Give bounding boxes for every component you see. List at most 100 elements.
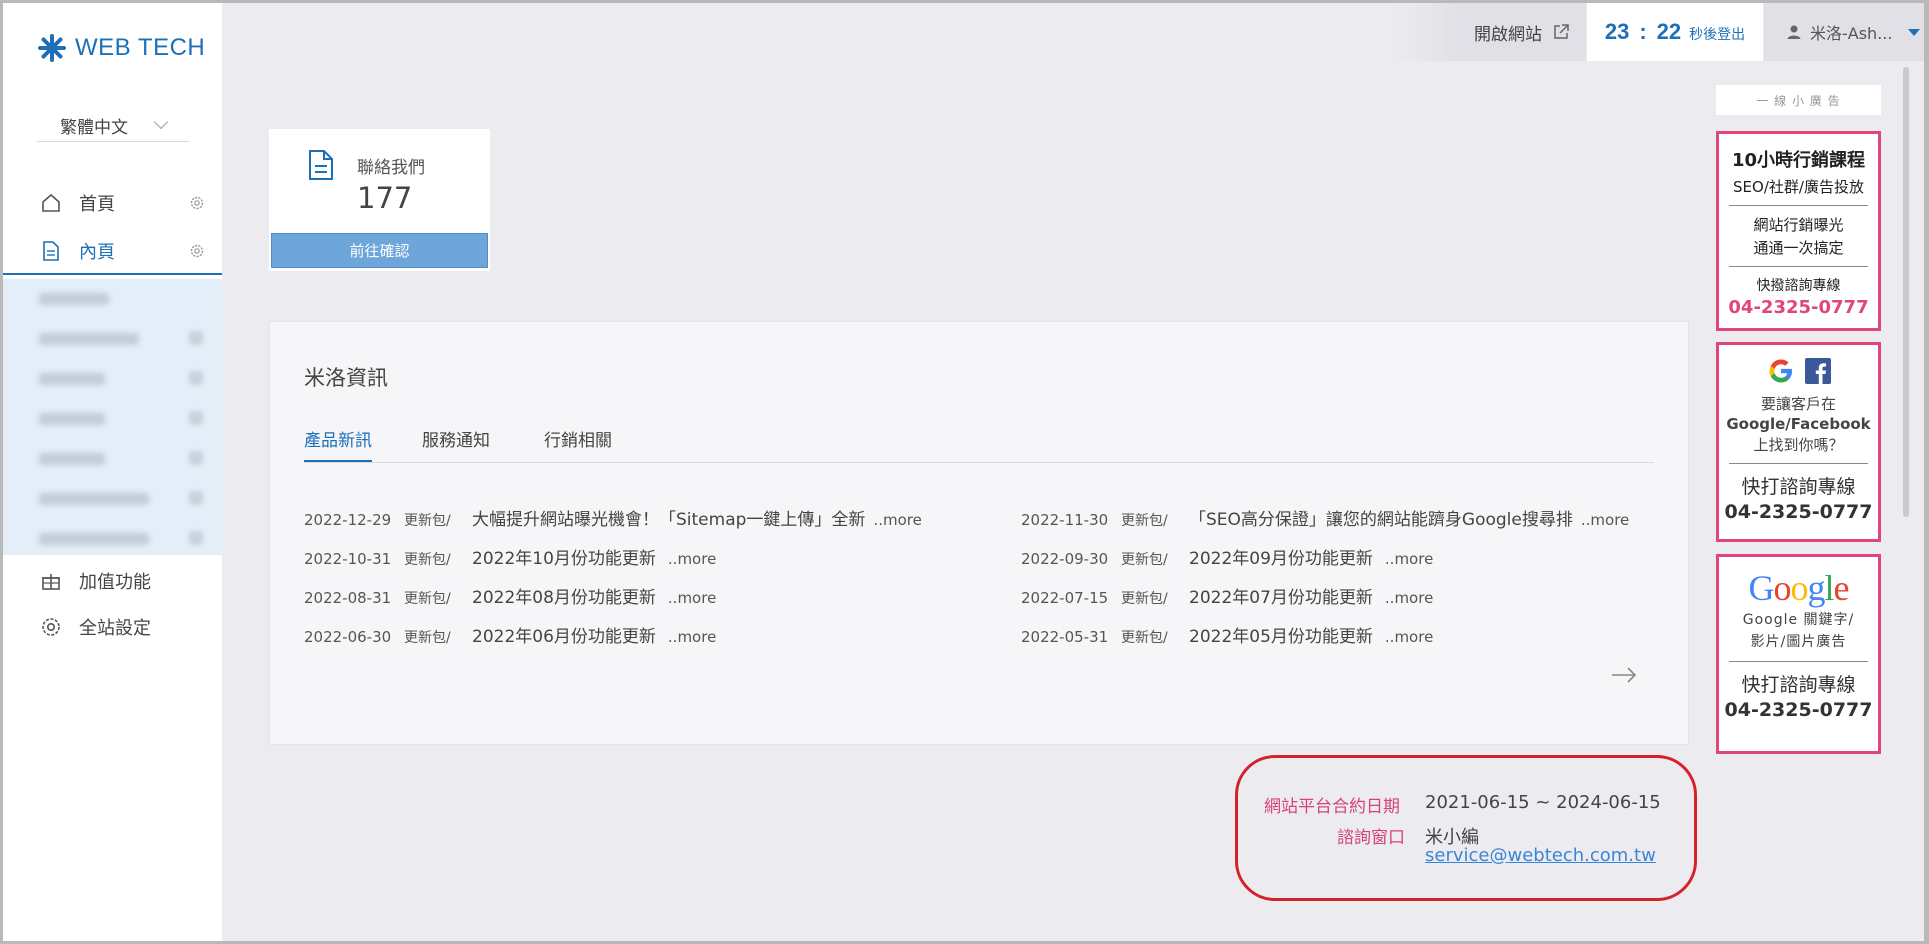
more-link[interactable]: ..more (873, 511, 921, 529)
language-select[interactable]: 繁體中文 (37, 109, 189, 142)
sidebar-item-label: 首頁 (79, 194, 115, 215)
submenu-item-blurred[interactable] (39, 493, 149, 505)
sidebar-item-label: 內頁 (79, 242, 115, 263)
open-site-button[interactable]: 開啟網站 (1393, 3, 1586, 61)
news-category: 更新包/ (1121, 513, 1168, 529)
sidebar-item-addons[interactable]: 加值功能 (3, 559, 222, 603)
ad-line: 上找到你嗎？ (1753, 436, 1844, 454)
more-link[interactable]: ..more (1385, 589, 1433, 607)
news-title[interactable]: 「SEO高分保證」讓您的網站能躋身Google搜尋排 (1189, 505, 1573, 530)
ad-phone: 04-2325-0777 (1724, 501, 1873, 523)
ad-divider (1729, 661, 1868, 662)
ad-line: 通通一次搞定 (1753, 239, 1844, 257)
news-date: 2022-12-29 (304, 511, 392, 529)
contact-email-link[interactable]: service@webtech.com.tw (1425, 845, 1656, 866)
home-icon (42, 193, 60, 212)
news-title[interactable]: 2022年09月份功能更新 (1189, 544, 1373, 569)
news-item[interactable]: 2022-10-31 更新包/ 2022年10月份功能更新 ..more (304, 544, 716, 569)
gear-icon[interactable] (189, 243, 205, 259)
user-name: 米洛-Ash... (1810, 24, 1893, 43)
news-title[interactable]: 2022年08月份功能更新 (472, 583, 656, 608)
ad-phone: 04-2325-0777 (1728, 297, 1869, 318)
go-confirm-button[interactable]: 前往確認 (271, 233, 488, 268)
ad-divider (1729, 463, 1868, 464)
scrollbar[interactable] (1903, 67, 1909, 517)
news-item[interactable]: 2022-08-31 更新包/ 2022年08月份功能更新 ..more (304, 583, 716, 608)
app-window: WEB TECH 繁體中文 首頁 內頁 加值功能 全站設定 開啟網站 23: … (3, 3, 1924, 941)
gear-icon (189, 331, 203, 345)
submenu-item-blurred[interactable] (39, 293, 109, 305)
gear-icon (189, 371, 203, 385)
gear-icon (189, 531, 203, 545)
news-category: 更新包/ (404, 552, 451, 568)
timer-minutes: 23 (1604, 19, 1630, 44)
contact-us-card: 聯絡我們 177 前往確認 (269, 129, 490, 271)
chevron-down-icon (153, 114, 169, 130)
card-count: 177 (357, 181, 413, 215)
sidebar: WEB TECH 繁體中文 首頁 內頁 加值功能 全站設定 (3, 3, 222, 941)
news-tabs: 產品新訊 服務通知 行銷相關 (304, 426, 1654, 463)
ad-marketing-course[interactable]: 10小時行銷課程 SEO/社群/廣告投放 網站行銷曝光 通通一次搞定 快撥諮詢專… (1716, 131, 1881, 331)
news-category: 更新包/ (404, 591, 451, 607)
news-title[interactable]: 大幅提升網站曝光機會！「Sitemap一鍵上傳」全新 (472, 505, 865, 530)
news-title[interactable]: 2022年06月份功能更新 (472, 622, 656, 647)
submenu-item-blurred[interactable] (39, 453, 105, 465)
ad-line: Google 關鍵字/ (1742, 612, 1855, 628)
more-link[interactable]: ..more (1385, 628, 1433, 646)
submenu-item-blurred[interactable] (39, 413, 105, 425)
user-menu[interactable]: 米洛-Ash... (1764, 3, 1924, 61)
more-link[interactable]: ..more (668, 628, 716, 646)
timer-separator: : (1639, 19, 1647, 44)
gear-icon (189, 411, 203, 425)
news-item[interactable]: 2022-11-30 更新包/ 「SEO高分保證」讓您的網站能躋身Google搜… (1021, 505, 1629, 530)
news-panel: 米洛資訊 產品新訊 服務通知 行銷相關 2022-12-29 更新包/ 大幅提升… (269, 321, 1689, 745)
timer-suffix: 秒後登出 (1689, 27, 1746, 43)
news-item[interactable]: 2022-05-31 更新包/ 2022年05月份功能更新 ..more (1021, 622, 1433, 647)
ad-line: 網站行銷曝光 (1753, 216, 1844, 234)
more-link[interactable]: ..more (1581, 511, 1629, 529)
tab-product-news[interactable]: 產品新訊 (304, 426, 372, 462)
tab-service-notice[interactable]: 服務通知 (422, 426, 490, 460)
more-link[interactable]: ..more (668, 550, 716, 568)
asterisk-logo-icon (38, 34, 66, 62)
sidebar-item-inner-pages[interactable]: 內頁 (3, 229, 222, 275)
news-item[interactable]: 2022-09-30 更新包/ 2022年09月份功能更新 ..more (1021, 544, 1433, 569)
gift-icon (42, 574, 60, 590)
news-category: 更新包/ (404, 630, 451, 646)
news-title[interactable]: 2022年07月份功能更新 (1189, 583, 1373, 608)
ad-line: Google/Facebook (1726, 415, 1871, 433)
ad-divider (1729, 266, 1868, 267)
news-heading: 米洛資訊 (304, 366, 388, 390)
sidebar-item-site-settings[interactable]: 全站設定 (3, 605, 222, 649)
gear-icon (189, 451, 203, 465)
news-item[interactable]: 2022-06-30 更新包/ 2022年06月份功能更新 ..more (304, 622, 716, 647)
news-date: 2022-08-31 (304, 589, 392, 607)
news-category: 更新包/ (404, 513, 451, 529)
sidebar-item-label: 加值功能 (79, 572, 151, 593)
tab-marketing[interactable]: 行銷相關 (544, 426, 612, 460)
contract-date-label: 網站平台合約日期 (1264, 797, 1400, 817)
ad-google-facebook[interactable]: 要讓客戶在 Google/Facebook 上找到你嗎？ 快打諮詢專線 04-2… (1716, 342, 1881, 542)
submenu-item-blurred[interactable] (39, 533, 149, 545)
ad-logos (1719, 357, 1878, 385)
more-link[interactable]: ..more (668, 589, 716, 607)
sidebar-item-label: 全站設定 (79, 618, 151, 639)
news-category: 更新包/ (1121, 630, 1168, 646)
card-title: 聯絡我們 (357, 158, 425, 178)
more-link[interactable]: ..more (1385, 550, 1433, 568)
ad-google-keyword[interactable]: Google Google 關鍵字/ 影片/圖片廣告 快打諮詢專線 04-232… (1716, 554, 1881, 754)
arrow-right-icon[interactable] (1610, 666, 1638, 684)
gear-icon[interactable] (189, 195, 205, 211)
news-title[interactable]: 2022年05月份功能更新 (1189, 622, 1373, 647)
submenu-item-blurred[interactable] (39, 333, 139, 345)
sidebar-item-home[interactable]: 首頁 (3, 181, 222, 225)
brand-logo[interactable]: WEB TECH (37, 33, 205, 63)
news-title[interactable]: 2022年10月份功能更新 (472, 544, 656, 569)
news-item[interactable]: 2022-07-15 更新包/ 2022年07月份功能更新 ..more (1021, 583, 1433, 608)
user-icon (1787, 25, 1801, 39)
submenu-blurred (3, 279, 222, 555)
google-logo: Google (1748, 568, 1850, 608)
ad-title: 10小時行銷課程 (1731, 150, 1866, 171)
submenu-item-blurred[interactable] (39, 373, 105, 385)
news-item[interactable]: 2022-12-29 更新包/ 大幅提升網站曝光機會！「Sitemap一鍵上傳」… (304, 505, 922, 530)
